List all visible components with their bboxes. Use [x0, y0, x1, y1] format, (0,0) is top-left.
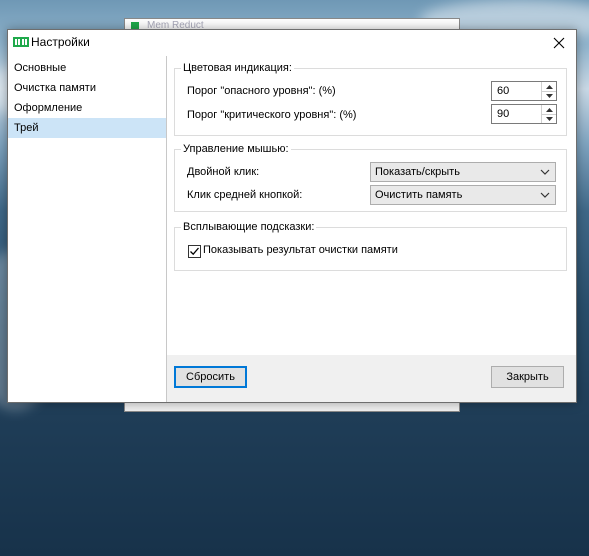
color-indication-title: Цветовая индикация:	[181, 62, 294, 74]
sidebar: Основные Очистка памяти Оформление Трей	[8, 56, 167, 402]
critical-threshold-value: 90	[497, 108, 510, 120]
middle-click-value: Очистить память	[375, 189, 463, 201]
spin-down-button[interactable]	[542, 91, 556, 100]
double-click-label: Двойной клик:	[187, 166, 260, 178]
critical-threshold-label: Порог "критического уровня": (%)	[187, 109, 357, 121]
middle-click-label: Клик средней кнопкой:	[187, 189, 303, 201]
show-result-checkbox[interactable]	[188, 245, 201, 258]
tooltips-title: Всплывающие подсказки:	[181, 221, 317, 233]
checkmark-icon	[190, 247, 199, 256]
chevron-down-icon	[545, 93, 553, 98]
critical-threshold-spinner[interactable]: 90	[491, 104, 557, 124]
settings-dialog: Настройки Основные Очистка памяти Оформл…	[7, 29, 577, 403]
titlebar: Настройки	[8, 30, 576, 56]
danger-threshold-label: Порог "опасного уровня": (%)	[187, 85, 336, 97]
chevron-up-icon	[545, 84, 553, 89]
settings-content: Цветовая индикация: Порог "опасного уров…	[167, 56, 576, 402]
middle-click-dropdown[interactable]: Очистить память	[370, 185, 556, 205]
color-indication-group: Цветовая индикация: Порог "опасного уров…	[174, 62, 567, 136]
window-title: Настройки	[31, 35, 90, 49]
memreduct-icon	[13, 37, 29, 47]
danger-threshold-spinner[interactable]: 60	[491, 81, 557, 101]
sidebar-item-tray[interactable]: Трей	[8, 118, 166, 138]
tooltips-group: Всплывающие подсказки: Показывать резуль…	[174, 221, 567, 271]
close-button[interactable]	[542, 30, 576, 56]
chevron-down-icon	[545, 116, 553, 121]
spinner-buttons	[541, 105, 556, 123]
chevron-down-icon	[540, 169, 550, 175]
close-icon	[553, 37, 565, 49]
reset-button[interactable]: Сбросить	[174, 366, 247, 388]
mouse-control-title: Управление мышью:	[181, 143, 291, 155]
sidebar-item-memory-cleaning[interactable]: Очистка памяти	[8, 78, 166, 98]
close-dialog-button[interactable]: Закрыть	[491, 366, 564, 388]
sidebar-item-appearance[interactable]: Оформление	[8, 98, 166, 118]
show-result-label[interactable]: Показывать результат очистки памяти	[203, 244, 398, 256]
spinner-buttons	[541, 82, 556, 100]
mouse-control-group: Управление мышью: Двойной клик: Показать…	[174, 143, 567, 212]
settings-panel: Цветовая индикация: Порог "опасного уров…	[167, 56, 576, 355]
spin-down-button[interactable]	[542, 114, 556, 123]
danger-threshold-value: 60	[497, 85, 510, 97]
double-click-value: Показать/скрыть	[375, 166, 460, 178]
sidebar-item-general[interactable]: Основные	[8, 58, 166, 78]
chevron-up-icon	[545, 107, 553, 112]
chevron-down-icon	[540, 192, 550, 198]
double-click-dropdown[interactable]: Показать/скрыть	[370, 162, 556, 182]
